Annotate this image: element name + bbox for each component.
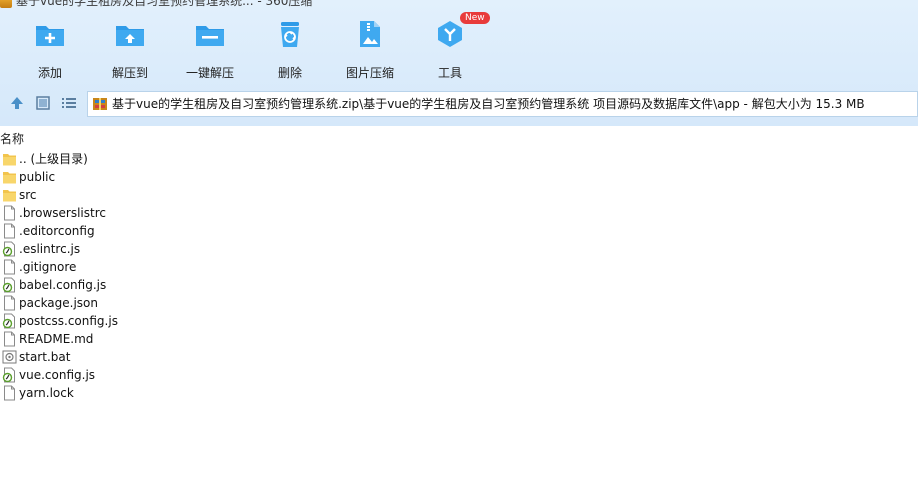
file-icon (4, 331, 15, 347)
file-name: .gitignore (19, 260, 77, 274)
file-name: src (19, 188, 37, 202)
file-icon (4, 223, 15, 239)
file-name: .eslintrc.js (19, 242, 81, 256)
file-name: postcss.config.js (19, 314, 118, 328)
javascript-file-icon (2, 313, 15, 329)
delete-icon (281, 22, 299, 47)
tools-icon (438, 21, 462, 47)
file-icon (4, 295, 15, 311)
navigation-bar: 基于vue的学生租房及自习室预约管理系统.zip\基于vue的学生租房及自习室预… (0, 90, 918, 117)
javascript-file-icon (2, 367, 15, 383)
new-badge: New (460, 12, 490, 24)
javascript-file-icon (2, 241, 15, 257)
address-path: 基于vue的学生租房及自习室预约管理系统.zip\基于vue的学生租房及自习室预… (112, 97, 865, 111)
app-icon (0, 0, 12, 8)
file-icon (4, 385, 15, 401)
file-name: start.bat (19, 350, 71, 364)
thumbnail-view-icon[interactable] (34, 94, 52, 112)
extract-to-button[interactable]: 解压到 (90, 18, 170, 81)
image-compress-label: 图片压缩 (345, 66, 394, 80)
image-compress-icon (360, 21, 380, 47)
up-arrow-icon[interactable] (8, 94, 26, 112)
javascript-file-icon (2, 277, 15, 293)
tools-label: 工具 (437, 66, 462, 80)
add-icon (36, 26, 64, 46)
address-bar[interactable]: 基于vue的学生租房及自习室预约管理系统.zip\基于vue的学生租房及自习室预… (87, 91, 918, 117)
image-compress-button[interactable]: 图片压缩 (330, 18, 410, 81)
extract-to-label: 解压到 (111, 66, 148, 80)
file-name: package.json (19, 296, 99, 310)
one-click-extract-button[interactable]: 一键解压 (170, 18, 250, 81)
tools-button[interactable]: New 工具 (410, 12, 490, 81)
file-name: babel.config.js (19, 278, 107, 292)
file-icon (4, 205, 15, 221)
file-icon (4, 259, 15, 275)
file-name: .browserslistrc (19, 206, 106, 220)
file-name: vue.config.js (19, 368, 96, 382)
window-title: 基于vue的学生租房及自习室预约管理系统... - 360压缩 (16, 0, 313, 8)
add-button[interactable]: 添加 (10, 18, 90, 81)
extract-to-icon (116, 26, 144, 46)
zip-archive-icon (93, 98, 107, 110)
file-name: yarn.lock (19, 386, 74, 400)
delete-label: 删除 (277, 66, 302, 80)
one-click-extract-icon (196, 26, 224, 46)
folder-icon (3, 190, 16, 202)
file-name: .. (上级目录) (19, 152, 88, 166)
folder-icon (3, 154, 16, 166)
batch-file-icon (2, 350, 17, 364)
one-click-extract-label: 一键解压 (185, 66, 234, 80)
add-label: 添加 (37, 66, 62, 80)
file-name: README.md (19, 332, 94, 346)
file-name: .editorconfig (19, 224, 95, 238)
top-panel: 基于vue的学生租房及自习室预约管理系统... - 360压缩 添加 解压到 一… (0, 0, 918, 126)
delete-button[interactable]: 删除 (250, 18, 330, 81)
column-header-name[interactable]: 名称 (0, 130, 24, 147)
file-name: public (19, 170, 56, 184)
title-bar: 基于vue的学生租房及自习室预约管理系统... - 360压缩 (0, 0, 918, 8)
folder-icon (3, 172, 16, 184)
toolbar: 添加 解压到 一键解压 删除 图片压缩 New 工具 (0, 12, 918, 81)
list-view-icon[interactable] (60, 94, 78, 112)
